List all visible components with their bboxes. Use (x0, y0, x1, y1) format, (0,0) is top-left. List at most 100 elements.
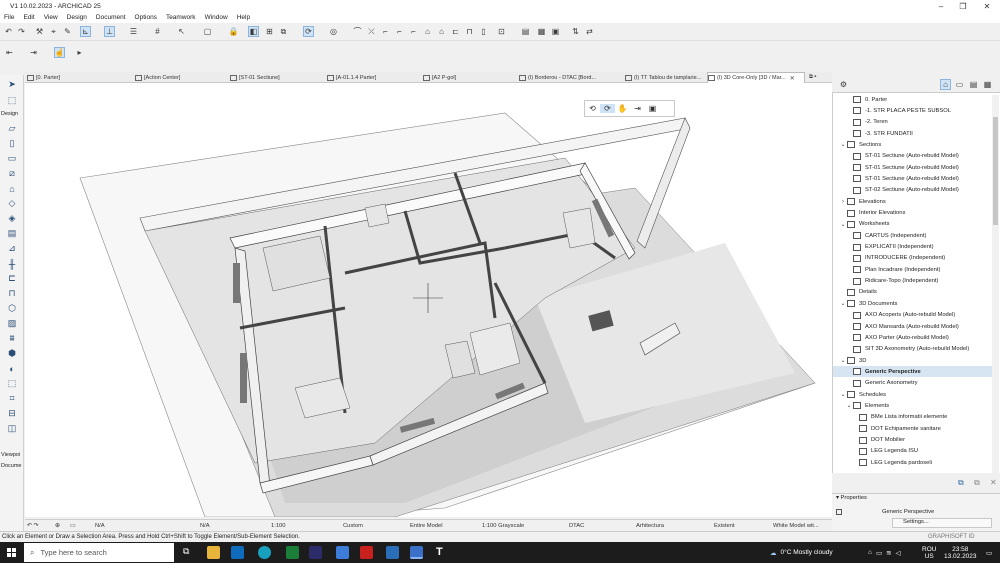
file-explorer-icon[interactable] (207, 546, 220, 559)
edge-icon[interactable] (258, 546, 271, 559)
morph-tool-icon[interactable]: ⬢ (5, 348, 19, 359)
volume-icon[interactable]: ◁ (896, 549, 901, 557)
delete-view-icon[interactable]: ✕ (990, 478, 997, 487)
navigator-item[interactable]: CARTUS (Independent) (833, 230, 993, 241)
publish-icon[interactable]: ▤ (520, 26, 531, 37)
store-icon[interactable] (309, 546, 322, 559)
zone-tool-icon[interactable]: ▨ (5, 318, 19, 329)
align-icon[interactable]: ☰ (128, 26, 139, 37)
chevron-down-icon[interactable]: ⌄ (839, 357, 847, 364)
chevron-down-icon[interactable]: ⌄ (845, 402, 853, 409)
navigator-item[interactable]: 0. Parter (833, 94, 993, 105)
scale-value[interactable]: 1:100 (271, 521, 286, 531)
mvo-dtac[interactable]: DTAC (569, 521, 584, 531)
panel-tool-icon[interactable]: ◫ (5, 423, 19, 434)
navigator-item[interactable]: Ridicare-Topo (Independent) (833, 276, 993, 287)
navigator-item[interactable]: ST-01 Sectiune (Auto-rebuild Model) (833, 173, 993, 184)
app-icon-photo[interactable] (386, 546, 399, 559)
close-tab-icon[interactable]: ✕ (790, 75, 795, 82)
undo-zoom-icon[interactable]: ↶ ↷ (27, 521, 38, 531)
tab-overflow-button[interactable]: ⧉ ▸ (809, 72, 831, 83)
settings-button[interactable]: Settings... (892, 518, 992, 528)
marquee-icon[interactable]: ▢ (202, 26, 213, 37)
window-tool-icon[interactable]: ⊓ (5, 288, 19, 299)
shell-tool-icon[interactable]: ◇ (5, 198, 19, 209)
menu-teamwork[interactable]: Teamwork (166, 14, 196, 21)
zoom-icon[interactable]: ⊕ (55, 521, 60, 531)
layer-icon[interactable]: ◧ (248, 26, 259, 37)
3d-viewport[interactable] (25, 83, 832, 517)
navigator-item[interactable]: Generic Axonometry (833, 378, 993, 389)
lock-icon[interactable]: 🔒 (228, 26, 239, 37)
guideline-icon[interactable]: ⊥ (104, 26, 115, 37)
snap-guide-icon[interactable]: ⊾ (80, 26, 91, 37)
navigator-item[interactable]: AXO Parter (Auto-rebuild Model) (833, 332, 993, 343)
view-map-icon[interactable]: ▭ (954, 79, 965, 90)
restore-icon[interactable]: ❐ (950, 0, 976, 12)
new-view-icon[interactable]: ⧉ (974, 478, 980, 488)
menu-file[interactable]: File (4, 14, 14, 21)
navigator-item[interactable]: DOT Echipamente sanitare (833, 423, 993, 434)
navigator-item[interactable]: ST-01 Sectiune (Auto-rebuild Model) (833, 162, 993, 173)
navigator-item[interactable]: SIT 3D Axonometry (Auto-rebuild Model) (833, 344, 993, 355)
flag-icon[interactable]: ▸ (74, 47, 85, 58)
door-icon[interactable]: ⊏ (450, 26, 461, 37)
stair-tool-icon[interactable]: ⊿ (5, 243, 19, 254)
navigator-item[interactable]: BMe Lista informatii elemente (833, 412, 993, 423)
teamwork-icon[interactable]: ⇅ (570, 26, 581, 37)
navigator-item[interactable]: AXO Acoperis (Auto-rebuild Model) (833, 310, 993, 321)
fillet-icon[interactable]: ⌒ (352, 26, 363, 37)
tab-tablou-tamplarie[interactable]: (I) TT Tablou de tamplarie... (625, 72, 705, 83)
trace-icon[interactable]: ⧉ (278, 26, 289, 37)
inject-icon[interactable]: ✎ (62, 26, 73, 37)
navigator-item[interactable]: ⌄ Sections (833, 139, 993, 150)
navigator-item[interactable]: ST-01 Sectiune (Auto-rebuild Model) (833, 151, 993, 162)
excel-icon[interactable] (286, 546, 299, 559)
tab-borderou[interactable]: (I) Borderou - DTAC [Bord... (519, 72, 619, 83)
edit-icon-4[interactable]: ⌂ (422, 26, 433, 37)
column-icon[interactable]: ▯ (478, 26, 489, 37)
layout-icon[interactable]: ▦ (536, 26, 547, 37)
chevron-right-icon[interactable]: › (839, 199, 847, 205)
wifi-icon[interactable]: ≋ (886, 549, 891, 557)
tab-a01-parter[interactable]: [A-01.1.4 Parter] (327, 72, 422, 83)
language-indicator[interactable]: ROU US (922, 542, 936, 563)
navigator-item[interactable]: AXO Mansarda (Auto-rebuild Model) (833, 321, 993, 332)
slab-tool-icon[interactable]: ⧄ (5, 168, 19, 179)
navigator-item[interactable]: INTRODUCERE (Independent) (833, 253, 993, 264)
close-icon[interactable]: ✕ (974, 0, 1000, 12)
scroll-thumb[interactable] (993, 117, 998, 225)
navigator-item[interactable]: -1. STR PLACA PESTE SUBSOL (833, 105, 993, 116)
lamp-tool-icon[interactable]: ◐ (5, 363, 19, 374)
navigator-item[interactable]: ⌄ Elements (833, 400, 993, 411)
orbit-nav-icon[interactable]: ⟳ (600, 104, 615, 113)
clone-icon[interactable]: ⧉ (958, 478, 964, 488)
navigator-item[interactable]: ⌄ 3D Documents (833, 298, 993, 309)
orbit-icon[interactable]: ⟳ (303, 26, 314, 37)
app-icon-t[interactable]: T (436, 546, 449, 559)
pen-set[interactable]: 1:100 Grayscale (482, 521, 524, 531)
edit-icon-3[interactable]: ⌐ (408, 26, 419, 37)
battery-icon[interactable]: ▭ (876, 549, 882, 557)
navigator-item[interactable]: › Elevations (833, 196, 993, 207)
navigator-scrollbar[interactable] (992, 95, 999, 473)
story-icon[interactable]: ⊞ (264, 26, 275, 37)
navigator-item[interactable]: ⌄ 3D (833, 355, 993, 366)
undo-icon[interactable]: ↶ (3, 26, 14, 37)
pick-up-icon[interactable]: ⌖ (48, 26, 59, 37)
menu-window[interactable]: Window (205, 14, 228, 21)
beam-tool-icon[interactable]: ▭ (5, 153, 19, 164)
arrow-select-icon[interactable]: ↖ (176, 26, 187, 37)
cursor-tool-icon[interactable]: ☝ (54, 47, 65, 58)
tab-3d-core-only[interactable]: (I) 3D Core-Only [3D / Mar... ✕ (707, 72, 805, 83)
chevron-down-icon[interactable]: ⌄ (839, 141, 847, 148)
menu-design[interactable]: Design (67, 14, 87, 21)
taskbar-search[interactable]: ⌕ Type here to search (24, 543, 174, 562)
fit-window-icon[interactable]: ▭ (70, 521, 75, 531)
edit-icon-1[interactable]: ⌐ (380, 26, 391, 37)
zoom-value[interactable]: N/A (95, 521, 105, 531)
column-tool-icon[interactable]: ▯ (5, 138, 19, 149)
task-view-icon[interactable]: ⧉ (183, 546, 196, 559)
renovation-filter[interactable]: Existent (714, 521, 735, 531)
skylight-tool-icon[interactable]: ◈ (5, 213, 19, 224)
